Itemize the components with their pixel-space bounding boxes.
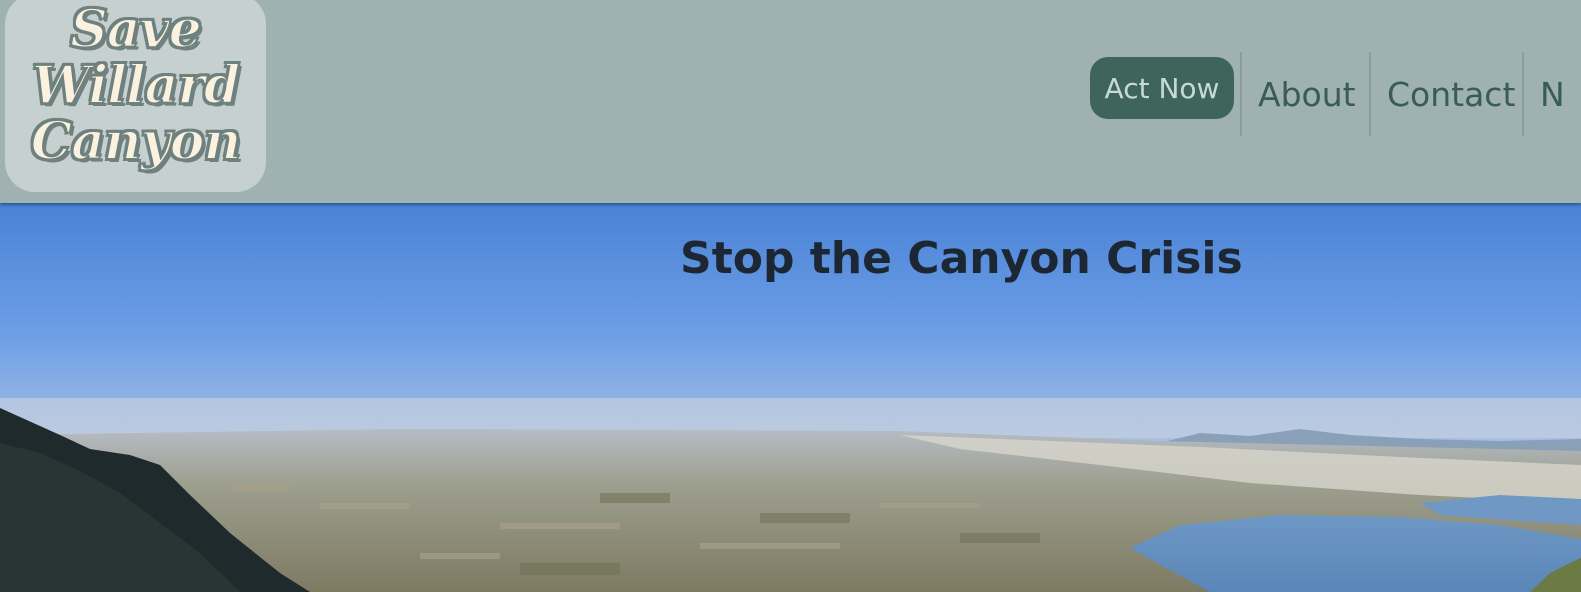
nav-divider	[1369, 52, 1371, 136]
nav-divider	[1522, 52, 1524, 136]
main-nav: Act Now About Contact N	[1081, 52, 1581, 136]
hero-banner: Stop the Canyon Crisis	[0, 203, 1581, 592]
site-header: Save Willard Canyon Act Now About Contac…	[0, 0, 1581, 203]
logo-text: Save Willard Canyon	[5, 0, 266, 172]
nav-divider	[1240, 52, 1242, 136]
nav-link-contact[interactable]: Contact	[1387, 52, 1515, 136]
logo-line-1: Save	[69, 0, 203, 60]
logo-line-3: Canyon	[30, 111, 243, 172]
site-logo[interactable]: Save Willard Canyon	[5, 0, 266, 192]
hero-title: Stop the Canyon Crisis	[680, 233, 1243, 284]
act-now-button[interactable]: Act Now	[1090, 57, 1234, 119]
nav-link-truncated[interactable]: N	[1540, 52, 1565, 136]
logo-line-2: Willard	[31, 55, 241, 116]
nav-link-about[interactable]: About	[1258, 52, 1356, 136]
